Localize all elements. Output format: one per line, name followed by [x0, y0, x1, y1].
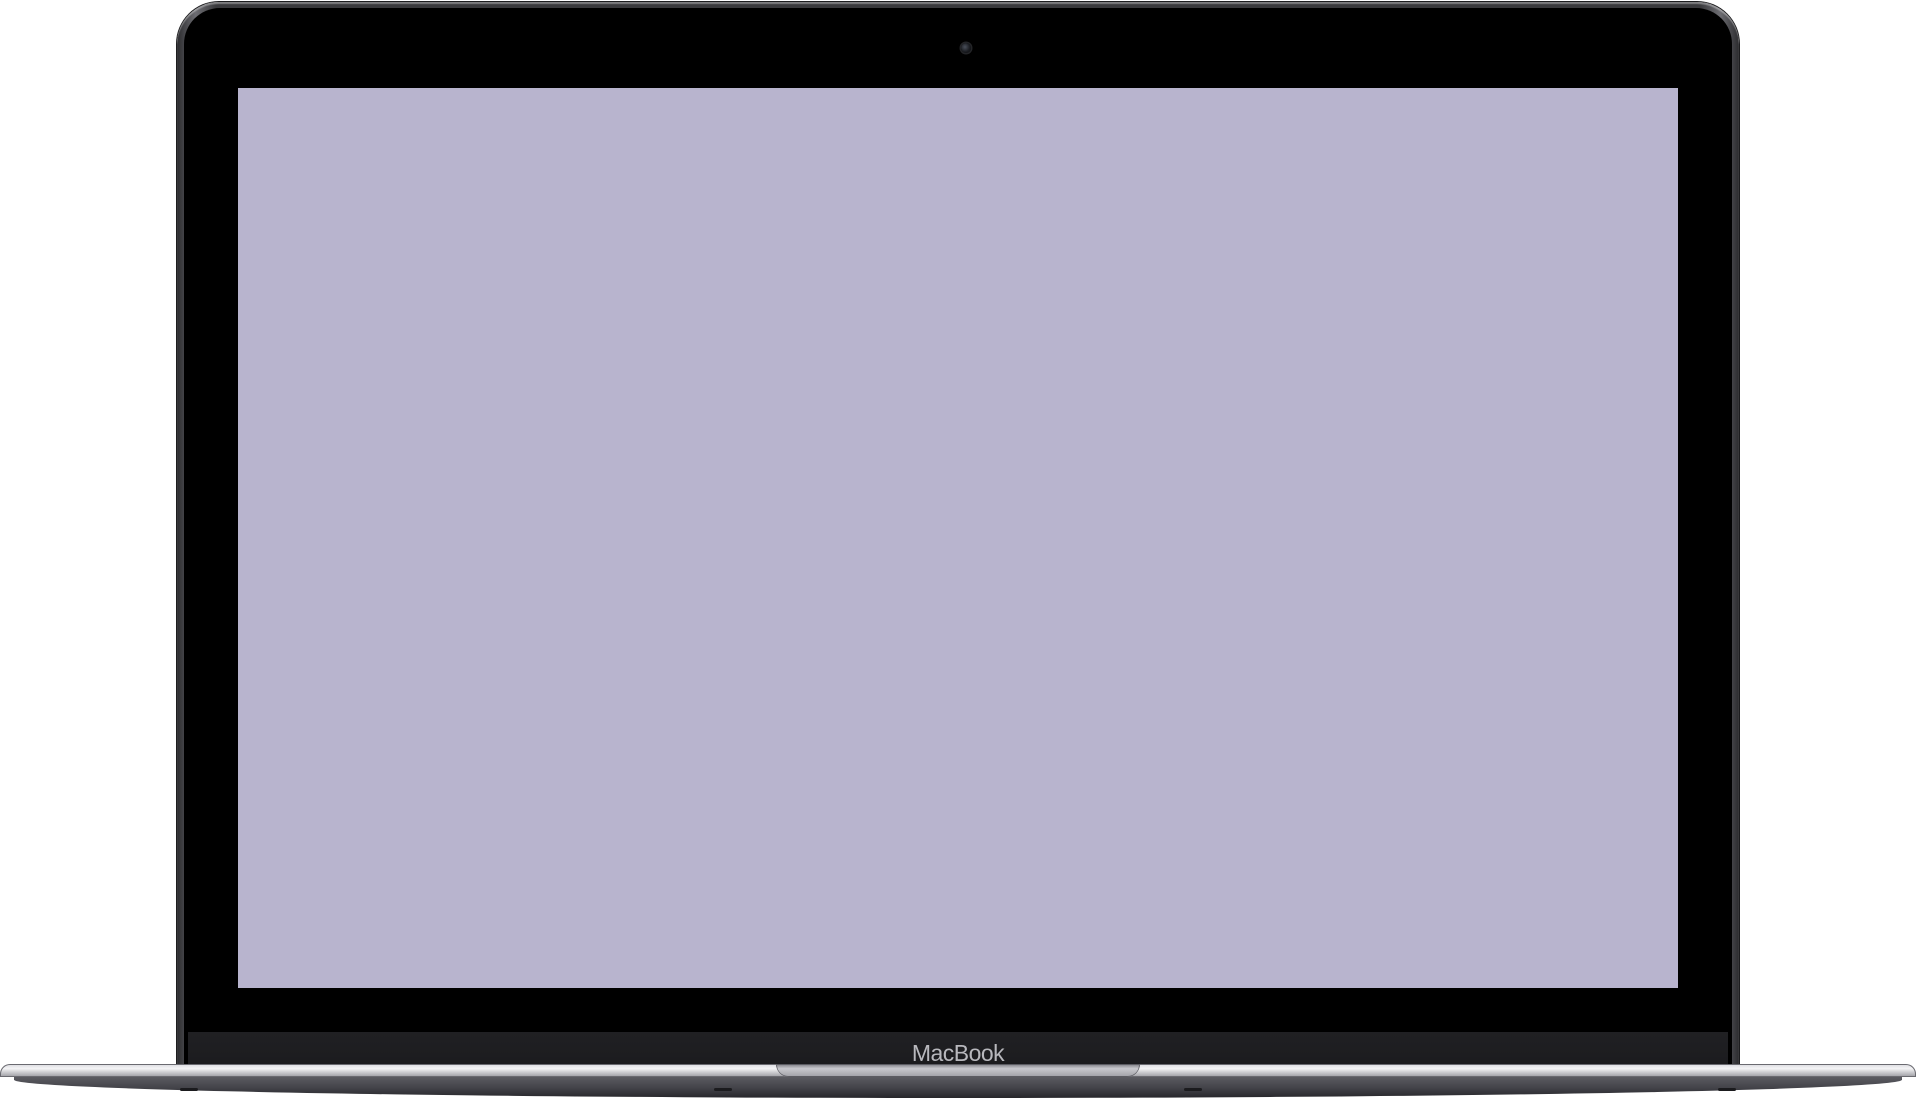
laptop-base [0, 1064, 1916, 1102]
laptop-lid: MacBook [177, 2, 1739, 1072]
screen-bezel: MacBook [184, 8, 1732, 1072]
rubber-foot [1184, 1088, 1202, 1091]
rubber-foot [1718, 1088, 1736, 1091]
brand-label: MacBook [911, 1040, 1005, 1066]
rubber-foot [180, 1088, 198, 1091]
laptop-screen [238, 88, 1678, 988]
base-bottom-edge [14, 1076, 1902, 1098]
rubber-foot [714, 1088, 732, 1091]
lid-opening-notch [776, 1064, 1140, 1077]
camera-icon [961, 43, 971, 53]
